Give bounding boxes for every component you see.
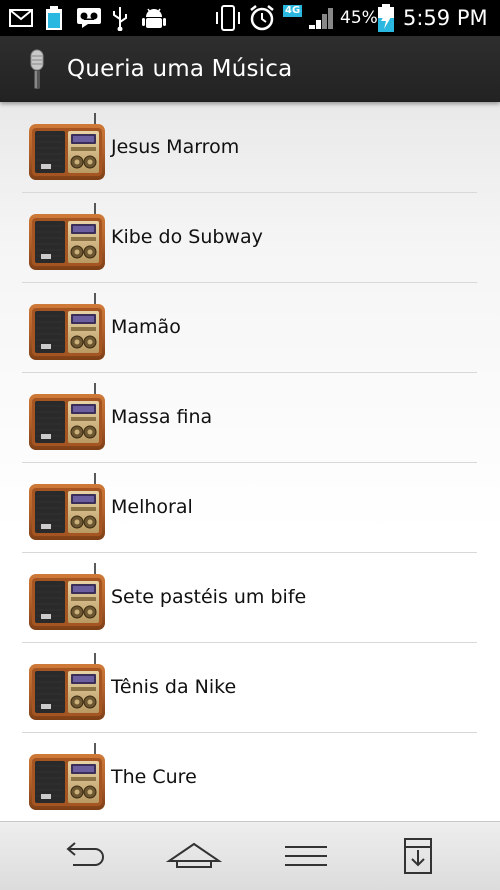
list-item[interactable]: Massa fina (22, 372, 477, 463)
list-item-label: Massa fina (111, 406, 213, 428)
download-button[interactable] (383, 834, 453, 878)
list-item[interactable]: Tênis da Nike (22, 642, 477, 733)
gmail-icon (9, 0, 33, 36)
back-icon (66, 842, 104, 866)
network-type-badge: 4G (283, 5, 303, 17)
home-button[interactable] (159, 834, 229, 878)
list-item-label: Jesus Marrom (111, 136, 240, 158)
list-item[interactable]: Mamão (22, 282, 477, 373)
back-button[interactable] (48, 834, 118, 878)
voicemail-icon (76, 0, 102, 36)
list-item-label: Tênis da Nike (111, 676, 237, 698)
radio-icon (27, 652, 107, 722)
list-item-label: Kibe do Subway (111, 226, 263, 248)
song-list: Jesus Marrom Kibe do Subway Mamão Massa … (0, 102, 500, 821)
vibrate-icon (214, 0, 242, 36)
navigation-bar (0, 821, 500, 890)
list-item-label: Melhoral (111, 496, 193, 518)
list-item[interactable]: Kibe do Subway (22, 192, 477, 283)
action-bar: Queria uma Música (0, 36, 500, 102)
radio-icon (27, 742, 107, 812)
radio-icon (27, 472, 107, 542)
radio-icon (27, 112, 107, 182)
menu-icon (285, 846, 327, 866)
app-title: Queria uma Música (67, 56, 293, 82)
list-item-label: Mamão (111, 316, 181, 338)
battery-charging-small-icon (44, 0, 64, 36)
list-item[interactable]: Melhoral (22, 462, 477, 553)
alarm-icon (248, 0, 276, 36)
radio-icon (27, 292, 107, 362)
android-debug-icon (141, 0, 167, 36)
list-item[interactable]: Sete pastéis um bife (22, 552, 477, 643)
menu-button[interactable] (271, 834, 341, 878)
microphone-icon[interactable] (24, 47, 50, 97)
signal-icon (307, 0, 335, 36)
list-item[interactable]: Jesus Marrom (22, 102, 477, 193)
home-icon (166, 842, 222, 868)
battery-icon (377, 0, 395, 36)
download-icon (404, 838, 432, 874)
list-item-label: Sete pastéis um bife (111, 586, 307, 608)
clock: 5:59 PM (403, 6, 488, 30)
usb-icon (111, 0, 129, 36)
list-item-label: The Cure (111, 766, 197, 788)
list-item[interactable]: The Cure (22, 732, 477, 821)
radio-icon (27, 382, 107, 452)
radio-icon (27, 202, 107, 272)
radio-icon (27, 562, 107, 632)
battery-percent: 45% (340, 8, 378, 28)
status-bar: 4G 45% 5:59 PM (0, 0, 500, 36)
